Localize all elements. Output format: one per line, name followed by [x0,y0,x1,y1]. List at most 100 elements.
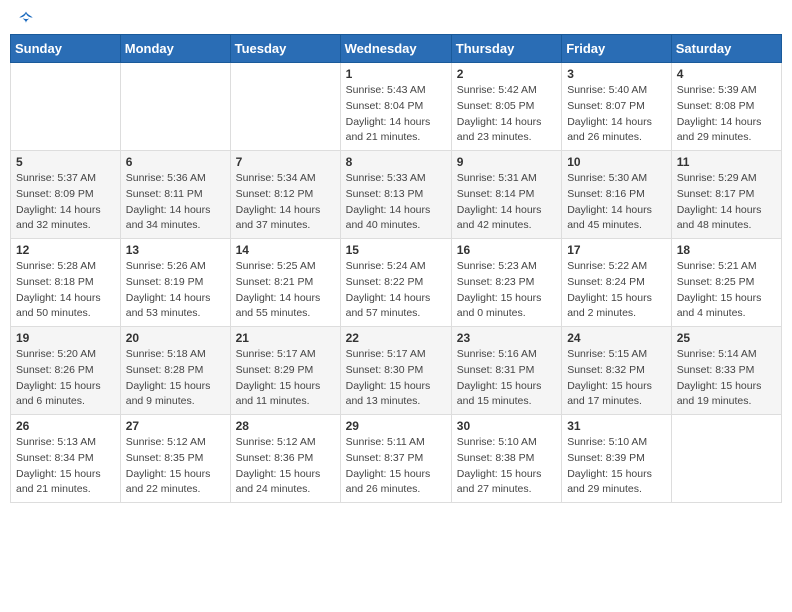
calendar-cell: 1 Sunrise: 5:43 AM Sunset: 8:04 PM Daylig… [340,63,451,151]
day-info: Sunrise: 5:29 AM Sunset: 8:17 PM Dayligh… [677,171,776,234]
day-info: Sunrise: 5:23 AM Sunset: 8:23 PM Dayligh… [457,259,556,322]
day-info: Sunrise: 5:30 AM Sunset: 8:16 PM Dayligh… [567,171,666,234]
calendar-cell: 2 Sunrise: 5:42 AM Sunset: 8:05 PM Daylig… [451,63,561,151]
day-info: Sunrise: 5:36 AM Sunset: 8:11 PM Dayligh… [126,171,225,234]
column-header-sunday: Sunday [11,35,121,63]
calendar-cell: 16 Sunrise: 5:23 AM Sunset: 8:23 PM Dayli… [451,239,561,327]
logo [14,10,36,26]
day-info: Sunrise: 5:17 AM Sunset: 8:29 PM Dayligh… [236,347,335,410]
logo-bird-icon [16,10,36,30]
day-info: Sunrise: 5:16 AM Sunset: 8:31 PM Dayligh… [457,347,556,410]
calendar-cell: 28Sunrise: 5:12 AM Sunset: 8:36 PM Dayli… [230,415,340,503]
calendar-cell: 5 Sunrise: 5:37 AM Sunset: 8:09 PM Daylig… [11,151,121,239]
day-info: Sunrise: 5:24 AM Sunset: 8:22 PM Dayligh… [346,259,446,322]
day-number: 3 [567,67,666,81]
calendar-cell [11,63,121,151]
day-info: Sunrise: 5:15 AM Sunset: 8:32 PM Dayligh… [567,347,666,410]
day-number: 12 [16,243,115,257]
calendar-table: SundayMondayTuesdayWednesdayThursdayFrid… [10,34,782,503]
calendar-cell: 15 Sunrise: 5:24 AM Sunset: 8:22 PM Dayli… [340,239,451,327]
day-number: 17 [567,243,666,257]
calendar-cell: 10 Sunrise: 5:30 AM Sunset: 8:16 PM Dayli… [562,151,672,239]
header [10,10,782,26]
day-number: 8 [346,155,446,169]
day-number: 2 [457,67,556,81]
calendar-cell: 7 Sunrise: 5:34 AM Sunset: 8:12 PM Daylig… [230,151,340,239]
calendar-cell: 27Sunrise: 5:12 AM Sunset: 8:35 PM Dayli… [120,415,230,503]
calendar-cell: 18 Sunrise: 5:21 AM Sunset: 8:25 PM Dayli… [671,239,781,327]
calendar-week-row: 12 Sunrise: 5:28 AM Sunset: 8:18 PM Dayli… [11,239,782,327]
day-info: Sunrise: 5:11 AM Sunset: 8:37 PM Dayligh… [346,435,446,498]
day-info: Sunrise: 5:33 AM Sunset: 8:13 PM Dayligh… [346,171,446,234]
calendar-cell: 30 Sunrise: 5:10 AM Sunset: 8:38 PM Dayli… [451,415,561,503]
day-info: Sunrise: 5:40 AM Sunset: 8:07 PM Dayligh… [567,83,666,146]
calendar-cell [671,415,781,503]
calendar-week-row: 5 Sunrise: 5:37 AM Sunset: 8:09 PM Daylig… [11,151,782,239]
day-number: 27 [126,419,225,433]
calendar-cell: 19Sunrise: 5:20 AM Sunset: 8:26 PM Dayli… [11,327,121,415]
column-header-wednesday: Wednesday [340,35,451,63]
day-number: 6 [126,155,225,169]
day-info: Sunrise: 5:22 AM Sunset: 8:24 PM Dayligh… [567,259,666,322]
day-number: 22 [346,331,446,345]
day-number: 14 [236,243,335,257]
calendar-cell: 22 Sunrise: 5:17 AM Sunset: 8:30 PM Dayli… [340,327,451,415]
day-info: Sunrise: 5:42 AM Sunset: 8:05 PM Dayligh… [457,83,556,146]
day-number: 18 [677,243,776,257]
day-number: 20 [126,331,225,345]
calendar-cell: 23 Sunrise: 5:16 AM Sunset: 8:31 PM Dayli… [451,327,561,415]
calendar-cell: 6 Sunrise: 5:36 AM Sunset: 8:11 PM Daylig… [120,151,230,239]
calendar-cell [230,63,340,151]
day-info: Sunrise: 5:37 AM Sunset: 8:09 PM Dayligh… [16,171,115,234]
calendar-cell: 25 Sunrise: 5:14 AM Sunset: 8:33 PM Dayli… [671,327,781,415]
calendar-week-row: 19Sunrise: 5:20 AM Sunset: 8:26 PM Dayli… [11,327,782,415]
day-info: Sunrise: 5:43 AM Sunset: 8:04 PM Dayligh… [346,83,446,146]
day-number: 21 [236,331,335,345]
day-number: 24 [567,331,666,345]
day-number: 23 [457,331,556,345]
day-info: Sunrise: 5:34 AM Sunset: 8:12 PM Dayligh… [236,171,335,234]
day-info: Sunrise: 5:21 AM Sunset: 8:25 PM Dayligh… [677,259,776,322]
day-number: 28 [236,419,335,433]
day-info: Sunrise: 5:14 AM Sunset: 8:33 PM Dayligh… [677,347,776,410]
calendar-cell: 29Sunrise: 5:11 AM Sunset: 8:37 PM Dayli… [340,415,451,503]
calendar-cell: 24 Sunrise: 5:15 AM Sunset: 8:32 PM Dayli… [562,327,672,415]
day-info: Sunrise: 5:10 AM Sunset: 8:39 PM Dayligh… [567,435,666,498]
day-info: Sunrise: 5:17 AM Sunset: 8:30 PM Dayligh… [346,347,446,410]
day-number: 30 [457,419,556,433]
calendar-cell: 13 Sunrise: 5:26 AM Sunset: 8:19 PM Dayli… [120,239,230,327]
calendar-cell: 9 Sunrise: 5:31 AM Sunset: 8:14 PM Daylig… [451,151,561,239]
day-number: 15 [346,243,446,257]
column-header-friday: Friday [562,35,672,63]
day-number: 13 [126,243,225,257]
day-number: 31 [567,419,666,433]
calendar-cell: 21 Sunrise: 5:17 AM Sunset: 8:29 PM Dayli… [230,327,340,415]
day-number: 16 [457,243,556,257]
day-number: 10 [567,155,666,169]
calendar-cell: 4 Sunrise: 5:39 AM Sunset: 8:08 PM Daylig… [671,63,781,151]
day-info: Sunrise: 5:28 AM Sunset: 8:18 PM Dayligh… [16,259,115,322]
day-number: 4 [677,67,776,81]
calendar-cell: 3 Sunrise: 5:40 AM Sunset: 8:07 PM Daylig… [562,63,672,151]
calendar-cell: 20 Sunrise: 5:18 AM Sunset: 8:28 PM Dayli… [120,327,230,415]
column-header-saturday: Saturday [671,35,781,63]
calendar-cell: 31 Sunrise: 5:10 AM Sunset: 8:39 PM Dayli… [562,415,672,503]
calendar-header-row: SundayMondayTuesdayWednesdayThursdayFrid… [11,35,782,63]
day-info: Sunrise: 5:18 AM Sunset: 8:28 PM Dayligh… [126,347,225,410]
calendar-cell: 12 Sunrise: 5:28 AM Sunset: 8:18 PM Dayli… [11,239,121,327]
day-info: Sunrise: 5:25 AM Sunset: 8:21 PM Dayligh… [236,259,335,322]
day-number: 1 [346,67,446,81]
day-info: Sunrise: 5:26 AM Sunset: 8:19 PM Dayligh… [126,259,225,322]
day-number: 26 [16,419,115,433]
day-info: Sunrise: 5:10 AM Sunset: 8:38 PM Dayligh… [457,435,556,498]
column-header-thursday: Thursday [451,35,561,63]
day-number: 5 [16,155,115,169]
calendar-week-row: 1 Sunrise: 5:43 AM Sunset: 8:04 PM Daylig… [11,63,782,151]
day-info: Sunrise: 5:31 AM Sunset: 8:14 PM Dayligh… [457,171,556,234]
calendar-cell: 17 Sunrise: 5:22 AM Sunset: 8:24 PM Dayli… [562,239,672,327]
calendar-week-row: 26Sunrise: 5:13 AM Sunset: 8:34 PM Dayli… [11,415,782,503]
day-number: 25 [677,331,776,345]
day-number: 9 [457,155,556,169]
day-info: Sunrise: 5:39 AM Sunset: 8:08 PM Dayligh… [677,83,776,146]
day-number: 7 [236,155,335,169]
